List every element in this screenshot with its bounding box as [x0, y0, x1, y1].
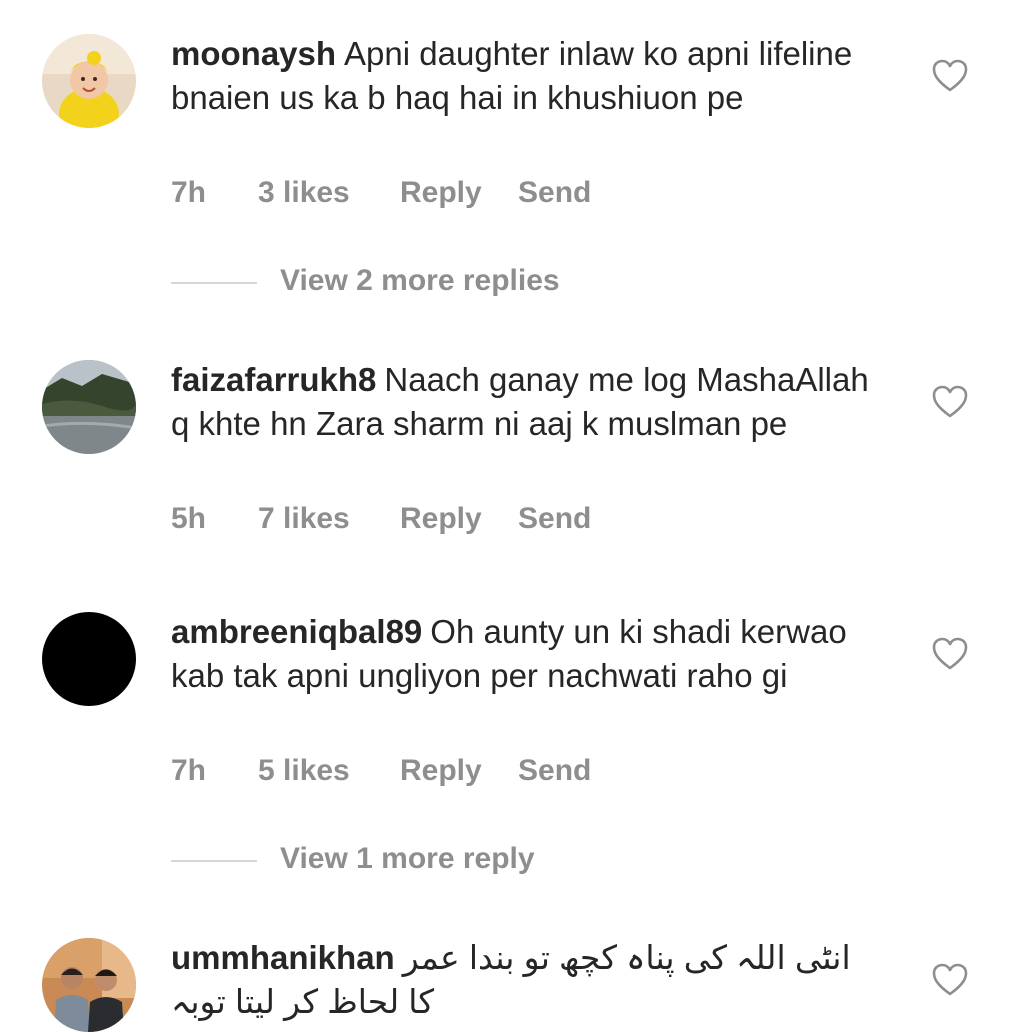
- comment-username[interactable]: ummhanikhan: [171, 939, 395, 976]
- reply-button[interactable]: Reply: [400, 502, 482, 536]
- send-button[interactable]: Send: [518, 176, 591, 210]
- divider-line: [171, 282, 257, 284]
- black-avatar[interactable]: [42, 612, 136, 706]
- comment-time: 5h: [171, 502, 207, 535]
- reply-button[interactable]: Reply: [400, 176, 482, 210]
- comment-time: 7h: [171, 754, 207, 787]
- comment-time: 7h: [171, 176, 207, 209]
- avatar[interactable]: [42, 34, 136, 128]
- comment-username[interactable]: ambreeniqbal89: [171, 613, 422, 650]
- heart-outline-icon[interactable]: [932, 963, 968, 997]
- send-button[interactable]: Send: [518, 502, 591, 536]
- comment-username[interactable]: moonaysh: [171, 35, 336, 72]
- heart-outline-icon[interactable]: [932, 637, 968, 671]
- comment-text-block: faizafarrukh8 Naach ganay me log MashaAll…: [171, 358, 891, 445]
- comment-username[interactable]: faizafarrukh8: [171, 361, 376, 398]
- comment-likes[interactable]: 3 likes: [258, 176, 350, 210]
- comment-text-block: ummhanikhan انٹی اللہ کی پناہ کچھ تو بندا…: [171, 936, 871, 1023]
- avatar[interactable]: [42, 360, 136, 454]
- river-landscape-avatar: [42, 360, 136, 454]
- comment-likes[interactable]: 7 likes: [258, 502, 350, 536]
- heart-outline-icon[interactable]: [932, 59, 968, 93]
- reply-button[interactable]: Reply: [400, 754, 482, 788]
- comment-likes[interactable]: 5 likes: [258, 754, 350, 788]
- view-replies-label: View 2 more replies: [280, 264, 560, 297]
- view-replies-label: View 1 more reply: [280, 842, 535, 875]
- two-men-photo-avatar: [42, 938, 136, 1032]
- send-button[interactable]: Send: [518, 754, 591, 788]
- baby-photo-avatar: [42, 34, 136, 128]
- heart-outline-icon[interactable]: [932, 385, 968, 419]
- comment-text-block: ambreeniqbal89 Oh aunty un ki shadi kerwa…: [171, 610, 891, 697]
- comment-text-block: moonaysh Apni daughter inlaw ko apni life…: [171, 32, 891, 119]
- divider-line: [171, 860, 257, 862]
- avatar[interactable]: [42, 938, 136, 1032]
